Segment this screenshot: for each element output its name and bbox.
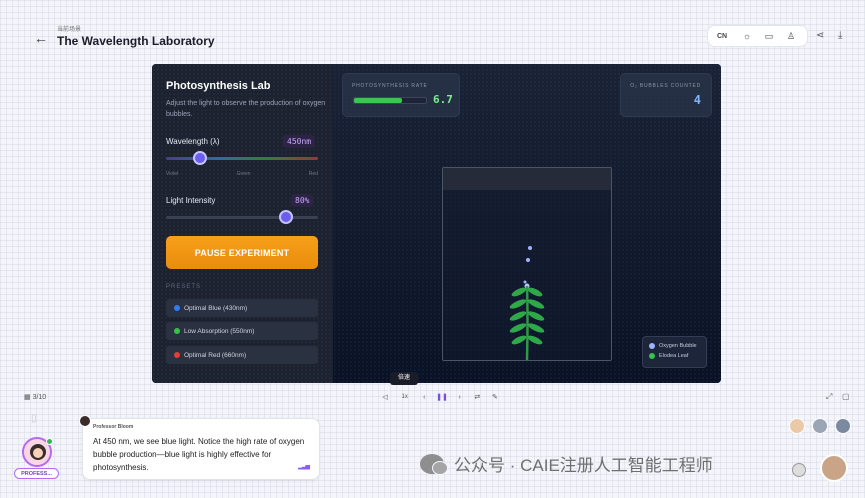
preset-color-dot — [174, 352, 180, 358]
oxygen-bubble — [526, 258, 530, 262]
page-number: 3/10 — [32, 394, 47, 401]
experiment-stage: PHOTOSYNTHESIS RATE 6.7 O₂ BUBBLES COUNT… — [333, 64, 721, 383]
tick-green: Green — [236, 171, 251, 177]
playback-toolbar: ◁ 1x ‹ ❚❚ › ⇄ ✎ — [378, 390, 502, 404]
wavelength-label: Wavelength (λ) — [166, 137, 220, 146]
next-icon[interactable]: › — [453, 394, 467, 401]
legend-dot — [649, 353, 655, 359]
wavelength-value: 450nm — [283, 135, 316, 148]
presets-label: PRESETS — [166, 284, 202, 290]
pause-icon[interactable]: ❚❚ — [435, 393, 449, 401]
sun-icon[interactable]: ☼ — [736, 31, 758, 41]
tick-violet: Violet — [166, 171, 179, 177]
legend-label: Elodea Leaf — [659, 353, 689, 359]
preset-label: Optimal Blue (430nm) — [184, 304, 248, 312]
speaker-avatar — [79, 415, 91, 427]
expand-icon[interactable]: ⤢ — [826, 392, 832, 402]
legend-label: Oxygen Bubble — [659, 343, 697, 349]
page-title: The Wavelength Laboratory — [57, 34, 215, 48]
rate-title: PHOTOSYNTHESIS RATE — [352, 83, 428, 89]
legend-item: Oxygen Bubble — [649, 343, 700, 349]
water-tank — [442, 167, 612, 361]
bubbles-card: O₂ BUBBLES COUNTED 4 — [620, 73, 712, 117]
speech-text: At 450 nm, we see blue light. Notice the… — [93, 437, 305, 472]
rate-card: PHOTOSYNTHESIS RATE 6.7 — [342, 73, 460, 117]
oxygen-bubble — [523, 280, 527, 284]
wechat-icon — [420, 453, 448, 475]
lab-scene: Photosynthesis Lab Adjust the light to o… — [152, 64, 721, 383]
wavelength-slider-handle[interactable] — [193, 151, 208, 165]
preset-label: Low Absorption (550nm) — [184, 327, 255, 335]
intensity-slider-track[interactable] — [166, 216, 318, 219]
legend-dot — [649, 343, 655, 349]
tick-red: Red — [308, 171, 318, 177]
bubbles-title: O₂ BUBBLES COUNTED — [630, 83, 701, 89]
comment-icon[interactable]: ▢ — [842, 392, 850, 401]
speaker-name: Professor Bloom — [93, 424, 134, 430]
download-icon[interactable]: ⤓ — [838, 30, 842, 41]
preset-optimal-blue[interactable]: Optimal Blue (430nm) — [166, 299, 318, 317]
book-icon[interactable]: ▯ — [31, 413, 37, 424]
prev-icon[interactable]: ‹ — [417, 394, 431, 401]
speech-bubble: Professor Bloom At 450 nm, we see blue l… — [79, 415, 320, 480]
elodea-plant — [509, 246, 545, 361]
peer-avatar[interactable] — [835, 418, 851, 434]
bubbles-value: 4 — [693, 93, 701, 107]
intensity-slider-handle[interactable] — [278, 210, 293, 224]
top-bar: ← 当前场景 The Wavelength Laboratory CN ☼ ▭ … — [0, 0, 865, 56]
panel-subtitle: Adjust the light to observe the producti… — [166, 100, 326, 118]
loop-icon[interactable]: ⇄ — [470, 393, 484, 401]
avatar-face — [30, 444, 46, 460]
peer-avatar[interactable] — [789, 418, 805, 434]
intensity-value: 80% — [291, 194, 314, 207]
spectrum-ticks: Violet Green Red — [166, 171, 318, 177]
plant-stem — [525, 285, 529, 361]
presentation-icon[interactable]: ▭ — [758, 31, 780, 42]
intensity-label: Light Intensity — [166, 196, 216, 205]
volume-icon[interactable]: ◁ — [378, 393, 392, 401]
panel-title: Photosynthesis Lab — [166, 80, 271, 92]
back-arrow-icon[interactable]: ← — [34, 30, 48, 46]
speed-button[interactable]: 1x — [396, 394, 414, 400]
watermark-text: 公众号 · CAIE注册人工智能工程师 — [454, 456, 713, 475]
legend: Oxygen Bubble Elodea Leaf — [642, 336, 707, 368]
rate-bar — [353, 97, 427, 104]
professor-badge[interactable]: PROFESS... — [14, 468, 59, 479]
pause-experiment-button[interactable]: PAUSE EXPERIMENT — [166, 236, 318, 269]
grid-icon[interactable]: ▦ — [24, 394, 31, 401]
legend-item: Elodea Leaf — [649, 353, 700, 359]
preset-optimal-red[interactable]: Optimal Red (660nm) — [166, 346, 318, 364]
online-status-dot — [46, 438, 53, 445]
user-icon[interactable]: ♙ — [780, 31, 802, 42]
control-panel: Photosynthesis Lab Adjust the light to o… — [152, 64, 333, 383]
peer-avatar[interactable] — [812, 418, 828, 434]
rate-bar-fill — [354, 98, 403, 103]
wavelength-slider-track[interactable] — [166, 157, 318, 160]
preset-low-absorption[interactable]: Low Absorption (550nm) — [166, 322, 318, 340]
breadcrumb: 当前场景 — [57, 27, 82, 33]
pen-icon[interactable]: ✎ — [488, 393, 502, 401]
speed-tooltip: 倍速 — [390, 372, 418, 385]
oxygen-bubble — [528, 246, 532, 250]
preset-color-dot — [174, 328, 180, 334]
audio-wave-icon: ▂▃▅ — [298, 464, 310, 470]
watermark-avatar — [792, 463, 806, 477]
professor-avatar[interactable] — [22, 437, 53, 467]
preset-label: Optimal Red (660nm) — [184, 351, 247, 359]
rate-value: 6.7 — [433, 93, 453, 106]
user-avatar[interactable] — [820, 454, 848, 482]
preset-color-dot — [174, 305, 180, 311]
language-button[interactable]: CN — [708, 33, 736, 40]
share-icon[interactable]: ⋖ — [816, 30, 824, 41]
page-indicator: ▦ 3/10 — [24, 393, 46, 401]
toolbar-group: CN ☼ ▭ ♙ — [707, 25, 808, 47]
watermark: 公众号 · CAIE注册人工智能工程师 — [420, 451, 713, 476]
